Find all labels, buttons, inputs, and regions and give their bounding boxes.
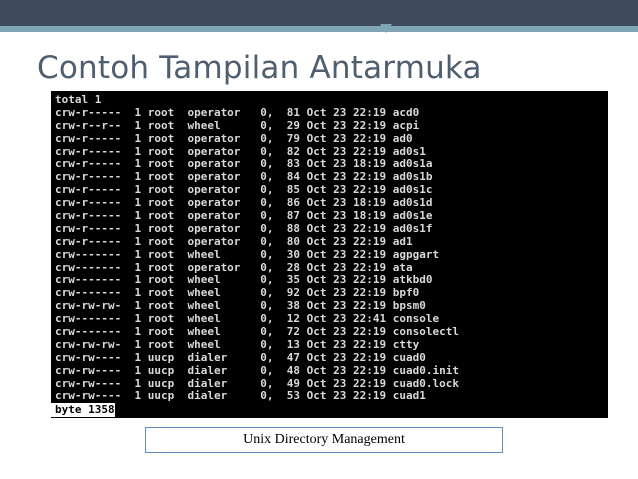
terminal-line: crw-r----- 1 root operator 0, 79 Oct 23 …	[55, 131, 413, 145]
terminal-line: crw------- 1 root wheel 0, 30 Oct 23 22:…	[55, 247, 440, 261]
terminal-line: crw-rw---- 1 uucp dialer 0, 48 Oct 23 22…	[55, 363, 459, 377]
terminal-output: total 1 crw-r----- 1 root operator 0, 81 …	[55, 93, 459, 403]
header-bar	[0, 0, 638, 26]
terminal-line: crw-rw---- 1 uucp dialer 0, 47 Oct 23 22…	[55, 350, 426, 364]
terminal-line: crw-r----- 1 root operator 0, 88 Oct 23 …	[55, 221, 433, 235]
triangle-bullet-icon	[380, 24, 392, 33]
terminal-line: crw-r--r-- 1 root wheel 0, 29 Oct 23 22:…	[55, 118, 420, 132]
terminal-line: crw-r----- 1 root operator 0, 81 Oct 23 …	[55, 105, 420, 119]
terminal-screenshot: total 1 crw-r----- 1 root operator 0, 81 …	[51, 91, 608, 418]
header-accent-bar	[0, 26, 638, 32]
terminal-footer: byte 1358	[51, 403, 115, 417]
terminal-line: crw------- 1 root wheel 0, 72 Oct 23 22:…	[55, 325, 459, 339]
terminal-line: crw-r----- 1 root operator 0, 80 Oct 23 …	[55, 234, 413, 248]
figure-caption: Unix Directory Management	[145, 427, 503, 453]
terminal-line: crw-r----- 1 root operator 0, 87 Oct 23 …	[55, 209, 433, 223]
slide-title: Contoh Tampilan Antarmuka	[37, 50, 482, 86]
terminal-line: crw-rw-rw- 1 root wheel 0, 13 Oct 23 22:…	[55, 337, 420, 351]
terminal-line: crw-rw---- 1 uucp dialer 0, 53 Oct 23 22…	[55, 389, 426, 403]
terminal-line: total 1	[55, 93, 102, 106]
